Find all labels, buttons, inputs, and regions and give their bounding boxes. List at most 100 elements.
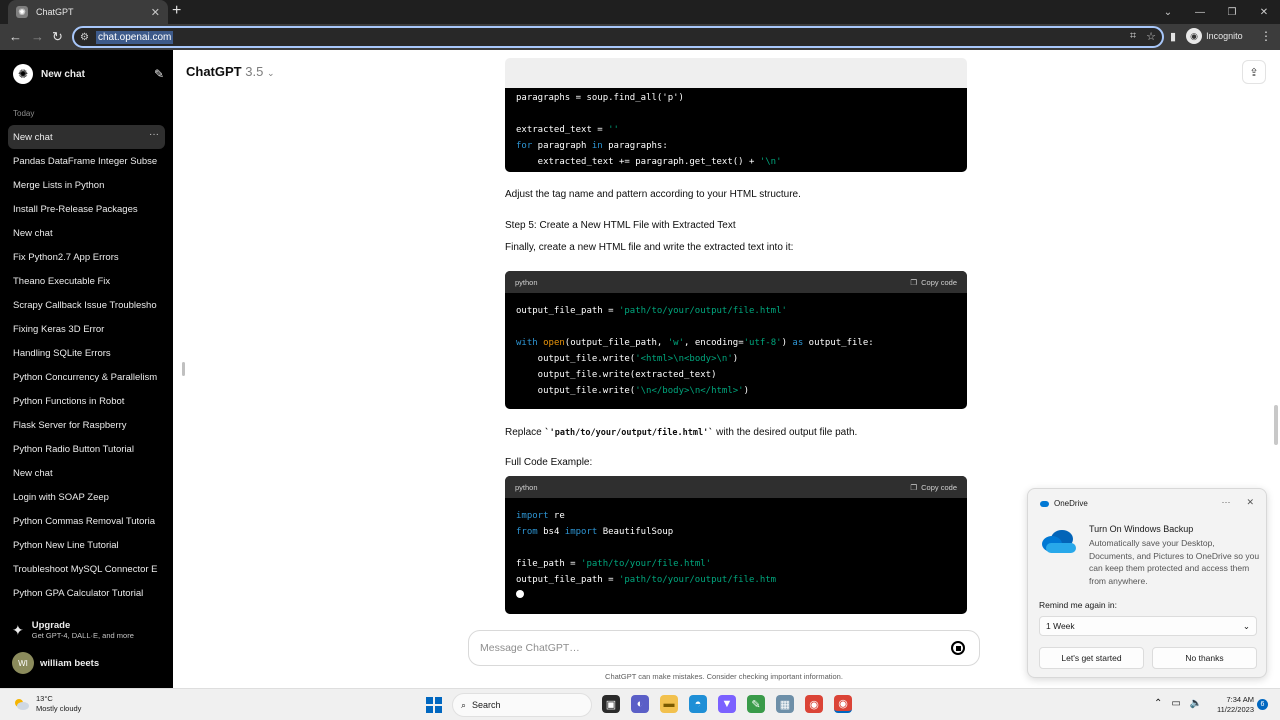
sidebar-chat-item[interactable]: New chat	[8, 221, 165, 245]
system-tray: ⌃ ▭ 🔈	[1154, 698, 1202, 709]
sidebar-chat-item[interactable]: Install Pre-Release Packages	[8, 197, 165, 221]
taskbar-clock[interactable]: 7:34 AM 11/22/2023	[1210, 695, 1254, 715]
new-chat-button[interactable]: ✺ New chat ✎	[8, 62, 164, 86]
sidebar-chat-item[interactable]: Fix Python2.7 App Errors	[8, 245, 165, 269]
sidebar-chat-item[interactable]: Python Functions in Robot	[8, 389, 165, 413]
address-bar[interactable]: ⚙ chat.openai.com ⌗ ☆	[72, 26, 1164, 48]
sidebar-chat-item[interactable]: Python GPA Calculator Tutorial	[8, 581, 165, 605]
sidebar-chat-item[interactable]: Fixing Keras 3D Error	[8, 317, 165, 341]
chat-item-label: Flask Server for Raspberry	[13, 419, 127, 431]
lets-get-started-button[interactable]: Let's get started	[1039, 647, 1144, 669]
remind-value: 1 Week	[1046, 621, 1075, 631]
weather-widget[interactable]: 13°C Mostly cloudy	[12, 694, 81, 714]
sidebar-chat-item[interactable]: New chat ···	[8, 125, 165, 149]
close-icon[interactable]: ✕	[1246, 497, 1254, 508]
teams-chat-icon[interactable]: ◐	[631, 695, 649, 713]
pinned-apps: ▣ ◐ ▬ ◓ ▼ ✎ ▦ ◉ ◉	[602, 695, 852, 713]
chrome-icon[interactable]: ◉	[805, 695, 823, 713]
copy-code-button[interactable]: ❐ Copy code	[910, 278, 957, 287]
tab-title: ChatGPT	[36, 7, 74, 17]
model-selector[interactable]: ChatGPT 3.5 ⌄	[186, 64, 275, 79]
cloudy-weather-icon	[15, 699, 29, 710]
no-thanks-button[interactable]: No thanks	[1152, 647, 1257, 669]
bookmark-star-icon[interactable]: ☆	[1146, 30, 1156, 43]
chat-item-label: New chat	[13, 131, 53, 143]
volume-icon[interactable]: 🔈	[1190, 698, 1202, 709]
sidebar-chat-item[interactable]: Python Concurrency & Parallelism	[8, 365, 165, 389]
chat-item-label: Pandas DataFrame Integer Subse	[13, 155, 158, 167]
forward-icon[interactable]: →	[31, 28, 44, 46]
sidebar-chat-item[interactable]: New chat	[8, 461, 165, 485]
new-tab-icon[interactable]: +	[172, 3, 181, 19]
scrollbar[interactable]	[1274, 405, 1278, 445]
chat-options-icon[interactable]: ···	[149, 129, 159, 140]
edge-browser-icon[interactable]: ◓	[689, 695, 707, 713]
copy-code-button[interactable]: ❐ Copy code	[910, 483, 957, 492]
sidebar-chat-item[interactable]: Troubleshoot MySQL Connector E	[8, 557, 165, 581]
tab-search-icon[interactable]: ⌄	[1152, 7, 1184, 18]
back-icon[interactable]: ←	[9, 28, 22, 46]
chat-item-label: Python Commas Removal Tutoria	[13, 515, 156, 527]
remind-label: Remind me again in:	[1039, 600, 1117, 610]
message-input[interactable]	[480, 642, 951, 654]
browser-tab[interactable]: ✺ ChatGPT ✕	[8, 0, 168, 24]
sidebar-resize-handle[interactable]	[182, 362, 185, 376]
notepad-app-icon[interactable]: ✎	[747, 695, 765, 713]
temperature: 13°C	[36, 694, 53, 703]
paragraph-replace: Replace `'path/to/your/output/file.html'…	[505, 427, 858, 438]
window-controls: ⌄ — ❐ ✕	[1152, 0, 1280, 24]
minimize-icon[interactable]: —	[1184, 7, 1216, 18]
tab-close-icon[interactable]: ✕	[151, 6, 160, 19]
start-button[interactable]	[426, 697, 442, 713]
vpn-app-icon[interactable]: ▼	[718, 695, 736, 713]
sidebar-chat-item[interactable]: Handling SQLite Errors	[8, 341, 165, 365]
image-app-icon[interactable]: ▦	[776, 695, 794, 713]
file-explorer-icon[interactable]: ▬	[660, 695, 678, 713]
remind-dropdown[interactable]: 1 Week ⌄	[1039, 616, 1257, 636]
more-options-icon[interactable]: ···	[1221, 497, 1230, 508]
sidebar-chat-item[interactable]: Python Radio Button Tutorial	[8, 437, 165, 461]
toast-title: Turn On Windows Backup	[1089, 524, 1194, 534]
site-info-icon[interactable]: ⚙	[80, 32, 94, 43]
full-code-heading: Full Code Example:	[505, 457, 593, 468]
code-content[interactable]: output_file_path = 'path/to/your/output/…	[505, 293, 967, 409]
user-profile[interactable]: WI william beets	[12, 652, 99, 674]
upgrade-button[interactable]: ✦ Upgrade Get GPT-4, DALL·E, and more	[12, 620, 134, 640]
edit-icon[interactable]: ✎	[154, 67, 164, 81]
stop-generating-button[interactable]	[951, 641, 965, 655]
sidebar-chat-item[interactable]: Scrapy Callback Issue Troublesho	[8, 293, 165, 317]
incognito-indicator[interactable]: ▮ ◉ Incognito	[1170, 28, 1243, 44]
sidebar-chat-item[interactable]: Login with SOAP Zeep	[8, 485, 165, 509]
sidebar-chat-item[interactable]: Merge Lists in Python	[8, 173, 165, 197]
reload-icon[interactable]: ↻	[52, 28, 63, 46]
code-content[interactable]: paragraphs = soup.find_all('p') extracte…	[505, 88, 967, 172]
browser-tab-bar: ✺ ChatGPT ✕ + ⌄ — ❐ ✕	[0, 0, 1280, 24]
browser-menu-icon[interactable]: ⋮	[1260, 29, 1272, 43]
share-button[interactable]: ⇪	[1242, 60, 1266, 84]
url-text[interactable]: chat.openai.com	[96, 30, 174, 44]
qr-code-icon[interactable]: ⌗	[1130, 30, 1136, 43]
notification-badge[interactable]: 6	[1257, 699, 1268, 710]
code-block-full-example: python ❐ Copy code import re from bs4 imp…	[505, 476, 967, 614]
chat-item-label: Troubleshoot MySQL Connector E	[13, 563, 158, 575]
toast-body: Automatically save your Desktop, Documen…	[1089, 538, 1260, 586]
restore-icon[interactable]: ❐	[1216, 7, 1248, 18]
side-panel-icon[interactable]: ▮	[1170, 30, 1176, 43]
sidebar-chat-item[interactable]: Theano Executable Fix	[8, 269, 165, 293]
taskbar-search[interactable]: ⌕ Search	[452, 693, 592, 717]
onedrive-notification: OneDrive ··· ✕ Turn On Windows Backup Au…	[1027, 488, 1267, 678]
code-content[interactable]: import re from bs4 import BeautifulSoup …	[505, 498, 967, 614]
message-composer[interactable]	[468, 630, 980, 666]
close-window-icon[interactable]: ✕	[1248, 7, 1280, 18]
sidebar-chat-item[interactable]: Python New Line Tutorial	[8, 533, 165, 557]
chevron-up-icon[interactable]: ⌃	[1154, 698, 1162, 709]
sidebar-chat-item[interactable]: Python Commas Removal Tutoria	[8, 509, 165, 533]
sidebar-chat-item[interactable]: Pandas DataFrame Integer Subse	[8, 149, 165, 173]
sidebar-chat-item[interactable]: Flask Server for Raspberry	[8, 413, 165, 437]
clipboard-icon: ❐	[910, 482, 918, 492]
network-icon[interactable]: ▭	[1171, 698, 1180, 709]
chrome-incognito-icon[interactable]: ◉	[834, 695, 852, 713]
task-view-icon[interactable]: ▣	[602, 695, 620, 713]
clipboard-icon: ❐	[910, 277, 918, 287]
chat-item-label: Fix Python2.7 App Errors	[13, 251, 119, 263]
